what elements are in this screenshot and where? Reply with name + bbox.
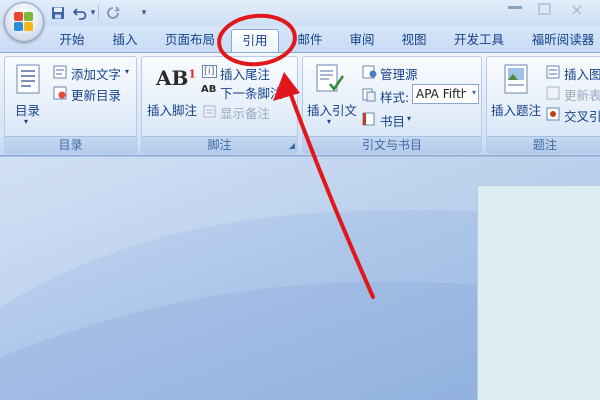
style-dropdown[interactable]: APA Fifth ▾ (412, 84, 479, 104)
insert-table-of-figures-icon (546, 65, 560, 82)
toc-icon (16, 64, 40, 97)
tab-references[interactable]: 引用 (231, 29, 279, 53)
redo-icon[interactable] (105, 5, 121, 21)
bibliography-arrow[interactable]: ▾ (407, 114, 411, 123)
toc-button-arrow[interactable]: ▾ (24, 117, 28, 126)
insert-footnote-button[interactable]: 插入脚注 (147, 100, 197, 119)
tab-page-layout[interactable]: 页面布局 (158, 29, 222, 53)
save-icon[interactable] (50, 5, 66, 21)
insert-endnote-icon: [i] (202, 65, 217, 78)
captions-group: 插入题注 插入图 更新表 交叉引 题注 (486, 56, 600, 154)
style-dropdown-value: APA Fifth (416, 87, 466, 101)
chevron-down-icon[interactable]: ▾ (472, 88, 476, 97)
citations-group: 插入引文 ▾ 管理源 样式: APA Fifth ▾ 书目 ▾ 引文与书目 (302, 56, 482, 154)
next-footnote-button[interactable]: 下一条脚注 (220, 83, 283, 102)
footnotes-group: AB1 插入脚注 [i] 插入尾注 AB 下一条脚注 显示备注 脚注 ◢ (141, 56, 298, 154)
add-text-arrow[interactable]: ▾ (125, 67, 129, 76)
office-button[interactable] (4, 2, 44, 42)
tab-insert[interactable]: 插入 (103, 29, 147, 53)
cross-reference-button[interactable]: 交叉引 (564, 106, 600, 125)
captions-group-label: 题注 (487, 136, 600, 153)
toc-group-label: 目录 (5, 136, 136, 153)
tab-foxit-reader[interactable]: 福昕阅读器 (525, 29, 600, 53)
footnote-icon-sup: 1 (188, 67, 197, 81)
qat-separator (98, 5, 99, 20)
insert-citation-arrow[interactable]: ▾ (327, 117, 331, 126)
style-icon (362, 88, 376, 105)
manage-sources-button[interactable]: 管理源 (380, 64, 418, 83)
ribbon-tab-bar: 开始 插入 页面布局 引用 邮件 审阅 视图 开发工具 福昕阅读器 (0, 26, 600, 53)
insert-endnote-button[interactable]: 插入尾注 (220, 64, 270, 83)
ribbon-panel: 目录 ▾ 添加文字 ▾ 更新目录 目录 AB1 插入脚注 [i] 插入尾注 AB… (0, 52, 600, 156)
manage-sources-icon (362, 65, 377, 82)
update-toc-icon (53, 86, 67, 103)
undo-icon[interactable] (72, 5, 88, 21)
tab-home[interactable]: 开始 (50, 29, 94, 53)
bibliography-button[interactable]: 书目 (380, 111, 405, 130)
style-label: 样式: (380, 90, 410, 105)
insert-table-of-figures-button[interactable]: 插入图 (564, 64, 600, 83)
insert-footnote-icon: AB1 (156, 66, 196, 90)
tab-mailings[interactable]: 邮件 (288, 29, 332, 53)
minimize-button[interactable] (508, 6, 522, 9)
office-logo-icon (14, 12, 34, 32)
qat-customize-arrow[interactable]: ▾ (140, 5, 148, 21)
footnotes-dialog-launcher[interactable]: ◢ (289, 141, 295, 150)
footnotes-group-label: 脚注 (142, 136, 297, 153)
bibliography-icon (362, 112, 376, 129)
title-bar: ▾ ▾ × (0, 0, 600, 26)
undo-dropdown-arrow[interactable]: ▾ (89, 5, 97, 21)
citations-group-label: 引文与书目 (303, 136, 481, 153)
footnote-icon-text: AB (156, 66, 189, 90)
insert-caption-button[interactable]: 插入题注 (491, 100, 541, 119)
insert-caption-icon (504, 64, 528, 97)
maximize-button[interactable] (538, 3, 551, 15)
insert-citation-button[interactable]: 插入引文 (307, 100, 357, 119)
insert-citation-icon (316, 64, 345, 97)
tab-developer[interactable]: 开发工具 (447, 29, 511, 53)
update-table-icon (546, 86, 560, 103)
add-text-icon (53, 65, 67, 82)
update-table-button[interactable]: 更新表 (564, 85, 600, 104)
show-notes-button[interactable]: 显示备注 (220, 103, 270, 122)
update-toc-button[interactable]: 更新目录 (71, 85, 121, 104)
add-text-button[interactable]: 添加文字 (71, 64, 121, 83)
next-footnote-icon: AB (201, 84, 217, 95)
tab-review[interactable]: 审阅 (340, 29, 384, 53)
tab-view[interactable]: 视图 (392, 29, 436, 53)
document-page[interactable] (477, 185, 600, 400)
toc-group: 目录 ▾ 添加文字 ▾ 更新目录 目录 (4, 56, 137, 154)
cross-reference-icon (546, 107, 560, 124)
show-notes-icon (203, 105, 216, 121)
close-button[interactable]: × (570, 0, 583, 19)
